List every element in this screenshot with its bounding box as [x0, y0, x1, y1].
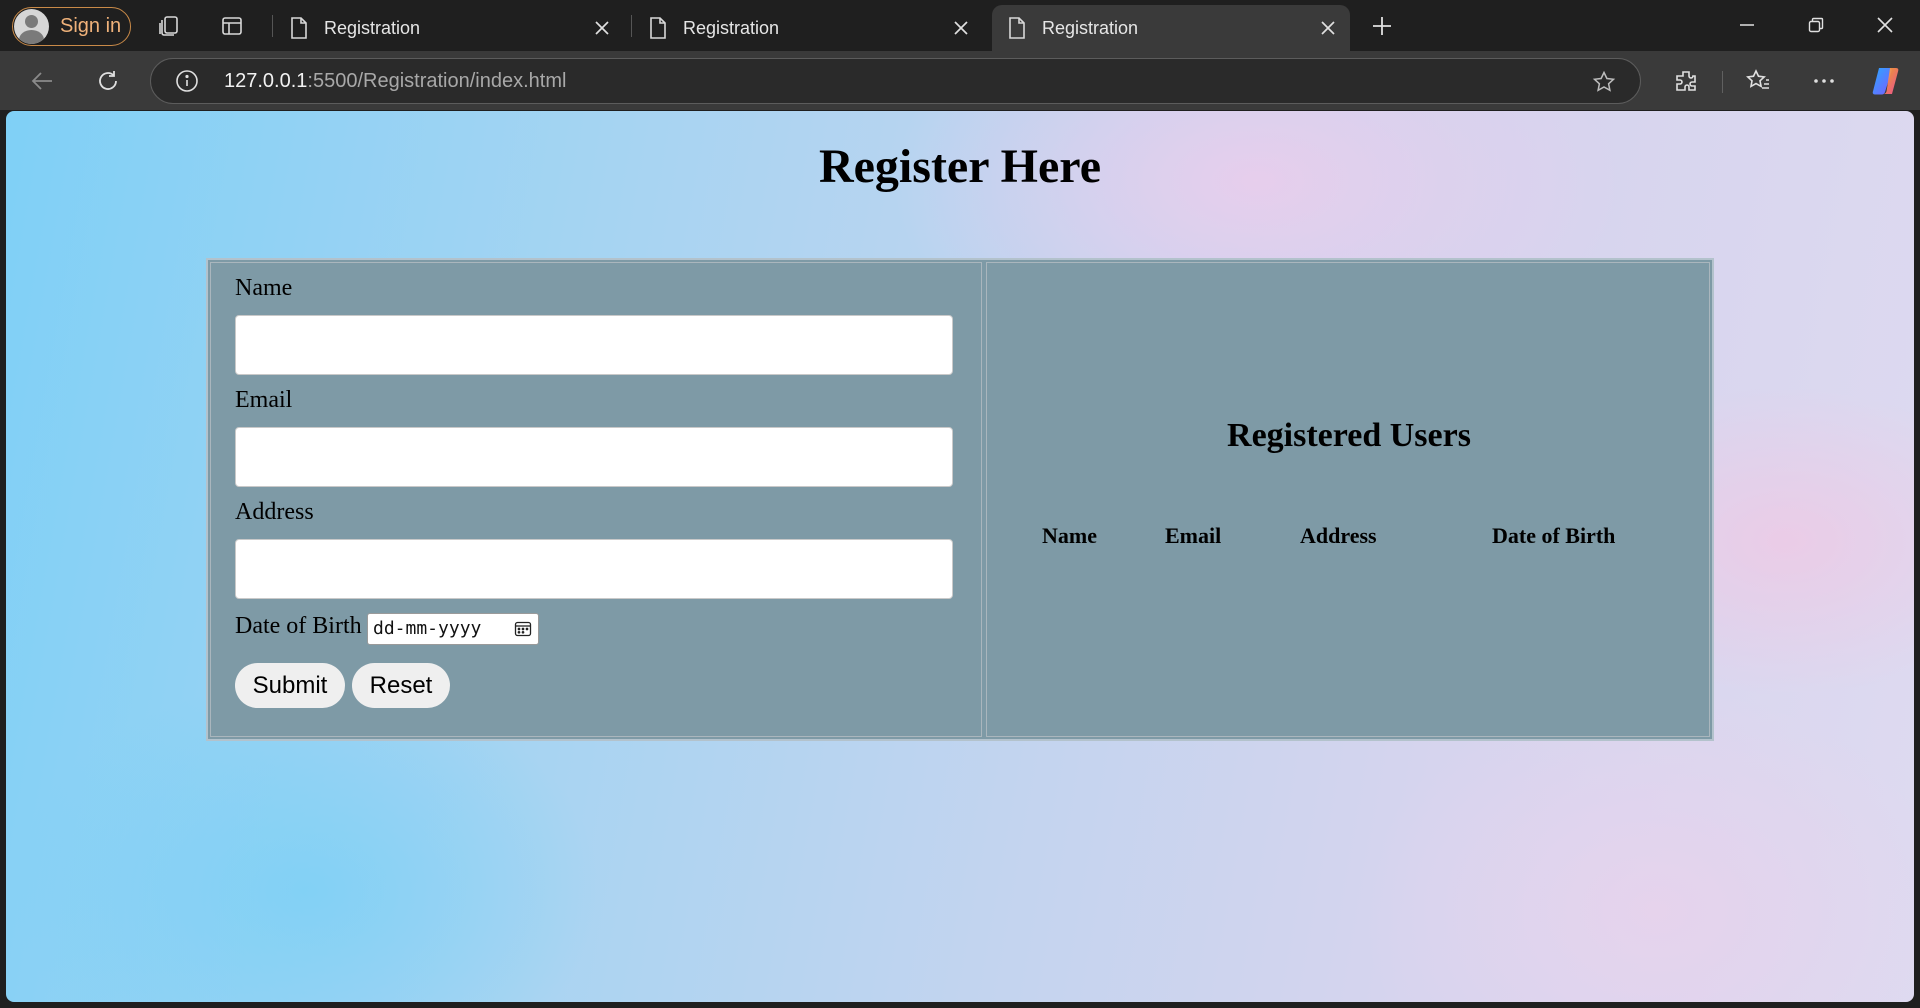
registered-users-panel: Registered Users Name Email Address Date…: [986, 262, 1710, 737]
submit-button[interactable]: Submit: [235, 663, 345, 708]
tab-actions-icon[interactable]: [218, 12, 246, 40]
tab-separator: [631, 15, 632, 37]
workspaces-icon[interactable]: [155, 12, 183, 40]
address-input[interactable]: [235, 539, 953, 599]
email-label: Email: [235, 387, 293, 413]
tab-registration-3[interactable]: Registration: [992, 5, 1350, 51]
column-header-name: Name: [1042, 523, 1097, 548]
page-viewport: Register Here Name Email Address Date of…: [6, 111, 1914, 1002]
sign-in-button[interactable]: Sign in: [12, 7, 131, 46]
restore-icon[interactable]: [1801, 10, 1831, 40]
toolbar-separator: [1722, 71, 1723, 93]
name-input[interactable]: [235, 315, 953, 375]
address-bar[interactable]: 127.0.0.1:5500/Registration/index.html: [150, 58, 1641, 104]
document-icon: [647, 16, 669, 40]
name-label: Name: [235, 275, 293, 301]
email-input[interactable]: [235, 427, 953, 487]
close-tab-icon[interactable]: [590, 16, 614, 40]
url-host: 127.0.0.1: [224, 70, 308, 92]
sign-in-label: Sign in: [60, 15, 122, 37]
address-label: Address: [235, 499, 314, 525]
column-header-email: Email: [1165, 523, 1222, 548]
avatar: [14, 9, 49, 44]
favorites-icon[interactable]: [1740, 63, 1776, 99]
tab-title: Registration: [1042, 17, 1139, 38]
tab-title: Registration: [324, 17, 421, 38]
close-tab-icon[interactable]: [1316, 16, 1340, 40]
column-header-date-of-birth: Date of Birth: [1492, 523, 1616, 548]
dob-date-input[interactable]: dd-mm-yyyy: [367, 613, 539, 645]
column-header-address: Address: [1300, 523, 1377, 548]
site-info-icon[interactable]: [174, 68, 200, 94]
browser-toolbar: 127.0.0.1:5500/Registration/index.html: [0, 51, 1920, 110]
close-window-icon[interactable]: [1870, 10, 1900, 40]
more-options-icon[interactable]: [1806, 63, 1842, 99]
registration-form: Name Email Address Date of Birth dd-mm-y…: [210, 262, 982, 737]
url-text: 127.0.0.1:5500/Registration/index.html: [224, 70, 566, 93]
registered-users-title: Registered Users: [1227, 417, 1471, 454]
reset-button[interactable]: Reset: [352, 663, 450, 708]
close-tab-icon[interactable]: [949, 16, 973, 40]
favorite-star-icon[interactable]: [1590, 68, 1618, 96]
tab-strip: Sign in Registration Registration Regist…: [0, 0, 1920, 51]
url-path: :5500/Registration/index.html: [307, 70, 567, 92]
tab-registration-1[interactable]: Registration: [274, 5, 624, 51]
document-icon: [288, 16, 310, 40]
tab-registration-2[interactable]: Registration: [633, 5, 983, 51]
minimize-icon[interactable]: [1732, 10, 1762, 40]
dob-label: Date of Birth: [235, 613, 362, 639]
calendar-icon[interactable]: [513, 619, 533, 639]
copilot-icon[interactable]: [1868, 63, 1904, 99]
back-icon[interactable]: [24, 63, 60, 99]
dob-placeholder: dd-mm-yyyy: [373, 618, 482, 639]
new-tab-icon[interactable]: [1368, 12, 1396, 40]
page-title: Register Here: [818, 140, 1102, 193]
document-icon: [1006, 16, 1028, 40]
reload-icon[interactable]: [90, 63, 126, 99]
registration-table: Name Email Address Date of Birth dd-mm-y…: [206, 258, 1714, 741]
tab-separator: [272, 15, 273, 37]
tab-title: Registration: [683, 17, 780, 38]
extensions-icon[interactable]: [1668, 63, 1704, 99]
